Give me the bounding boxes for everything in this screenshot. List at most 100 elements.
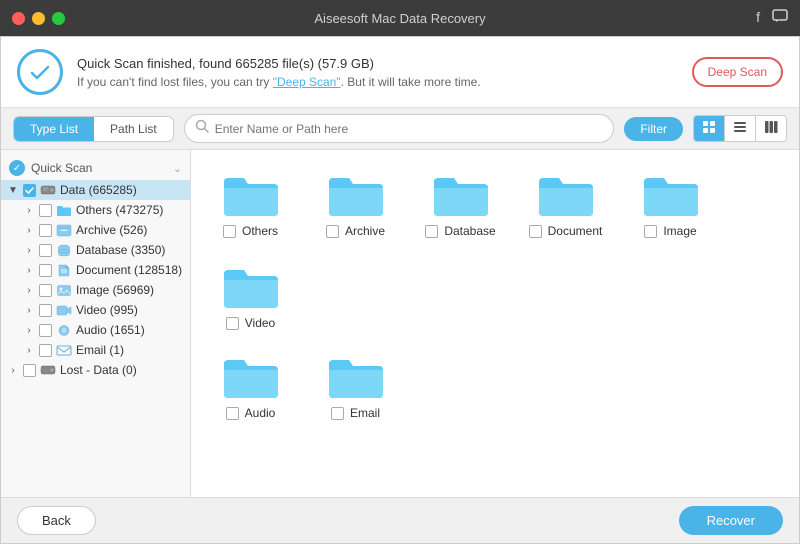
file-checkbox-document[interactable] xyxy=(529,225,542,238)
close-button[interactable] xyxy=(12,12,25,25)
file-item-audio[interactable]: Audio xyxy=(203,344,298,426)
column-view-button[interactable] xyxy=(756,116,786,141)
file-checkbox-row-database: Database xyxy=(419,224,502,238)
item-checkbox-archive[interactable] xyxy=(39,224,52,237)
grid-view-button[interactable] xyxy=(694,116,725,141)
file-checkbox-row-others: Others xyxy=(209,224,292,238)
expand-arrow-database: › xyxy=(23,244,35,256)
scan-title: Quick Scan finished, found 665285 file(s… xyxy=(77,56,783,71)
recover-button[interactable]: Recover xyxy=(679,506,783,535)
search-input[interactable] xyxy=(215,122,604,136)
search-box xyxy=(184,114,615,143)
file-grid-row-1: Others Archive xyxy=(203,162,787,336)
file-checkbox-archive[interactable] xyxy=(326,225,339,238)
file-checkbox-row-archive: Archive xyxy=(314,224,397,238)
file-checkbox-video[interactable] xyxy=(226,317,239,330)
item-checkbox-email[interactable] xyxy=(39,344,52,357)
hdd-icon xyxy=(40,183,56,197)
search-icon xyxy=(195,119,209,138)
item-checkbox-database[interactable] xyxy=(39,244,52,257)
folder-svg-email xyxy=(327,352,385,400)
item-label-email: Email (1) xyxy=(76,343,182,357)
item-checkbox-document[interactable] xyxy=(39,264,52,277)
tab-path-list[interactable]: Path List xyxy=(94,117,173,141)
file-checkbox-others[interactable] xyxy=(223,225,236,238)
file-name-email: Email xyxy=(350,406,380,420)
list-view-button[interactable] xyxy=(725,116,756,141)
file-name-archive: Archive xyxy=(345,224,385,238)
back-button[interactable]: Back xyxy=(17,506,96,535)
item-label-video: Video (995) xyxy=(76,303,182,317)
sidebar-item-audio[interactable]: › Audio (1651) xyxy=(1,320,190,340)
file-item-others[interactable]: Others xyxy=(203,162,298,244)
subtitle-pre: If you can't find lost files, you can tr… xyxy=(77,75,273,89)
file-checkbox-email-file[interactable] xyxy=(331,407,344,420)
minimize-button[interactable] xyxy=(32,12,45,25)
sidebar-item-lost[interactable]: › Lost - Data (0) xyxy=(1,360,190,380)
file-name-audio: Audio xyxy=(245,406,276,420)
scan-header: Quick Scan finished, found 665285 file(s… xyxy=(1,37,799,108)
subtitle-post: . But it will take more time. xyxy=(341,75,481,89)
file-checkbox-row-document: Document xyxy=(524,224,607,238)
file-checkbox-database[interactable] xyxy=(425,225,438,238)
file-item-image[interactable]: Image xyxy=(623,162,718,244)
folder-icon-others xyxy=(56,203,72,217)
expand-arrow-video: › xyxy=(23,304,35,316)
file-checkbox-audio[interactable] xyxy=(226,407,239,420)
scan-subtitle: If you can't find lost files, you can tr… xyxy=(77,75,783,89)
item-label-database: Database (3350) xyxy=(76,243,182,257)
sidebar-item-video[interactable]: › Video (995) xyxy=(1,300,190,320)
item-label-others: Others (473275) xyxy=(76,203,182,217)
file-area: Others Archive xyxy=(191,150,799,497)
chat-icon[interactable] xyxy=(772,9,788,28)
filter-button[interactable]: Filter xyxy=(624,117,683,141)
expand-arrow-others: › xyxy=(23,204,35,216)
quick-scan-row[interactable]: ✓ Quick Scan ⌄ xyxy=(1,156,190,180)
sidebar-item-image[interactable]: › Image (56969) xyxy=(1,280,190,300)
expand-arrow-email: › xyxy=(23,344,35,356)
file-name-document: Document xyxy=(548,224,603,238)
item-checkbox-image[interactable] xyxy=(39,284,52,297)
maximize-button[interactable] xyxy=(52,12,65,25)
sidebar-item-database[interactable]: › Database (3350) xyxy=(1,240,190,260)
folder-svg-archive xyxy=(327,170,385,218)
deep-scan-button[interactable]: Deep Scan xyxy=(692,57,783,87)
folder-svg-others xyxy=(222,170,280,218)
file-item-video[interactable]: Video xyxy=(203,254,298,336)
content-area: ✓ Quick Scan ⌄ ▼ Data (66 xyxy=(1,150,799,497)
bottom-bar: Back Recover xyxy=(1,497,799,543)
sidebar-item-email[interactable]: › Email (1) xyxy=(1,340,190,360)
item-checkbox-lost[interactable] xyxy=(23,364,36,377)
deep-scan-link[interactable]: "Deep Scan" xyxy=(273,75,341,89)
file-item-email[interactable]: Email xyxy=(308,344,403,426)
titlebar-actions: f xyxy=(756,9,788,28)
item-checkbox-others[interactable] xyxy=(39,204,52,217)
app-title: Aiseesoft Mac Data Recovery xyxy=(314,11,485,26)
file-checkbox-row-audio: Audio xyxy=(209,406,292,420)
file-item-archive[interactable]: Archive xyxy=(308,162,403,244)
item-checkbox-video[interactable] xyxy=(39,304,52,317)
sidebar-item-archive[interactable]: › Archive (526) xyxy=(1,220,190,240)
item-label-image: Image (56969) xyxy=(76,283,182,297)
sidebar-item-others[interactable]: › Others (473275) xyxy=(1,200,190,220)
view-toggles xyxy=(693,115,787,142)
item-checkbox-data[interactable] xyxy=(23,184,36,197)
file-item-database[interactable]: Database xyxy=(413,162,508,244)
file-item-document[interactable]: Document xyxy=(518,162,613,244)
folder-svg-audio xyxy=(222,352,280,400)
file-name-database: Database xyxy=(444,224,495,238)
video-icon xyxy=(56,303,72,317)
facebook-icon[interactable]: f xyxy=(756,9,760,28)
expand-arrow-archive: › xyxy=(23,224,35,236)
titlebar: Aiseesoft Mac Data Recovery f xyxy=(0,0,800,36)
file-checkbox-image[interactable] xyxy=(644,225,657,238)
hdd-icon-lost xyxy=(40,363,56,377)
sidebar-item-document[interactable]: › Document (128518) xyxy=(1,260,190,280)
item-checkbox-audio[interactable] xyxy=(39,324,52,337)
main-container: Quick Scan finished, found 665285 file(s… xyxy=(0,36,800,544)
sidebar-item-data[interactable]: ▼ Data (665285) xyxy=(1,180,190,200)
scan-status-icon xyxy=(17,49,63,95)
tab-type-list[interactable]: Type List xyxy=(14,117,94,141)
item-label-archive: Archive (526) xyxy=(76,223,182,237)
sidebar: ✓ Quick Scan ⌄ ▼ Data (66 xyxy=(1,150,191,497)
